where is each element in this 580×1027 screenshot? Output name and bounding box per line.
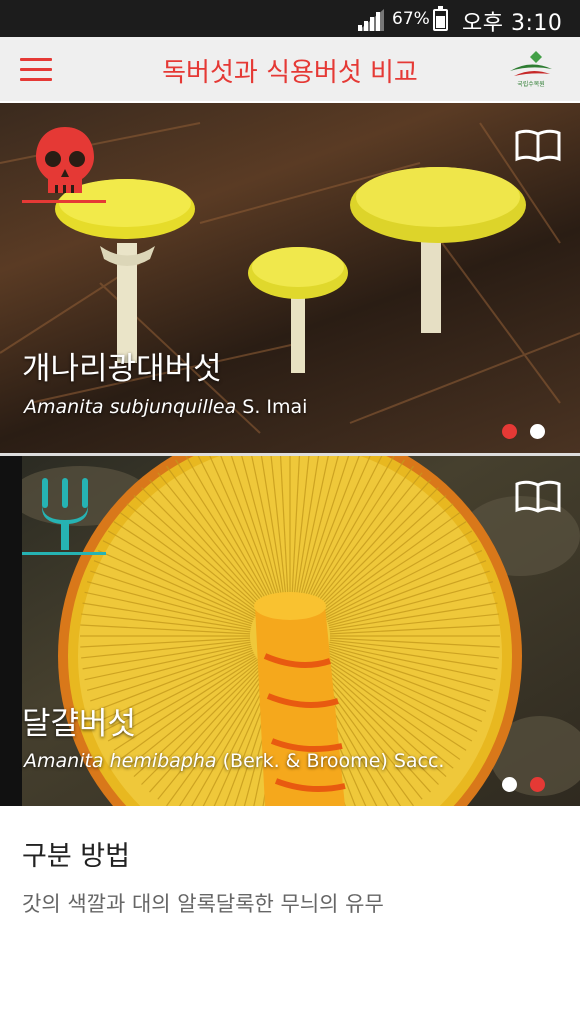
mushroom-card-poisonous[interactable]: 개나리광대버섯 Amanita subjunquillea S. Imai bbox=[0, 103, 580, 453]
fork-icon bbox=[42, 478, 88, 550]
mushroom-name-scientific: Amanita hemibapha (Berk. & Broome) Sacc. bbox=[24, 750, 445, 772]
book-icon[interactable] bbox=[515, 480, 561, 514]
page-dot[interactable] bbox=[530, 424, 545, 439]
status-bar: 67% 오후 3:10 bbox=[0, 0, 580, 37]
page-title: 독버섯과 식용버섯 비교 bbox=[162, 58, 418, 88]
app-bar: 독버섯과 식용버섯 비교 국립수목원 bbox=[0, 37, 580, 101]
page-dot-active[interactable] bbox=[530, 777, 545, 792]
battery-icon bbox=[433, 6, 448, 31]
page-dot-active[interactable] bbox=[502, 424, 517, 439]
clock: 오후 3:10 bbox=[462, 11, 563, 36]
type-underline bbox=[22, 552, 106, 555]
mushroom-card-edible[interactable]: 달걀버섯 Amanita hemibapha (Berk. & Broome) … bbox=[0, 456, 580, 806]
mushroom-name-korean: 달걀버섯 bbox=[22, 706, 137, 742]
signal-icon bbox=[358, 9, 384, 31]
method-description: 갓의 색깔과 대의 알록달록한 무늬의 유무 bbox=[22, 892, 384, 916]
page-indicator bbox=[502, 777, 552, 793]
page-dot[interactable] bbox=[502, 777, 517, 792]
mushroom-name-scientific: Amanita subjunquillea S. Imai bbox=[24, 396, 308, 418]
card-edge bbox=[0, 456, 22, 806]
book-icon[interactable] bbox=[515, 129, 561, 163]
battery-percent: 67% bbox=[392, 9, 430, 29]
arboretum-logo: 국립수목원 bbox=[508, 49, 554, 89]
mushroom-name-korean: 개나리광대버섯 bbox=[22, 351, 222, 387]
method-heading: 구분 방법 bbox=[22, 841, 130, 872]
page-indicator bbox=[502, 424, 552, 440]
skull-icon bbox=[36, 127, 94, 193]
type-underline bbox=[22, 200, 106, 203]
